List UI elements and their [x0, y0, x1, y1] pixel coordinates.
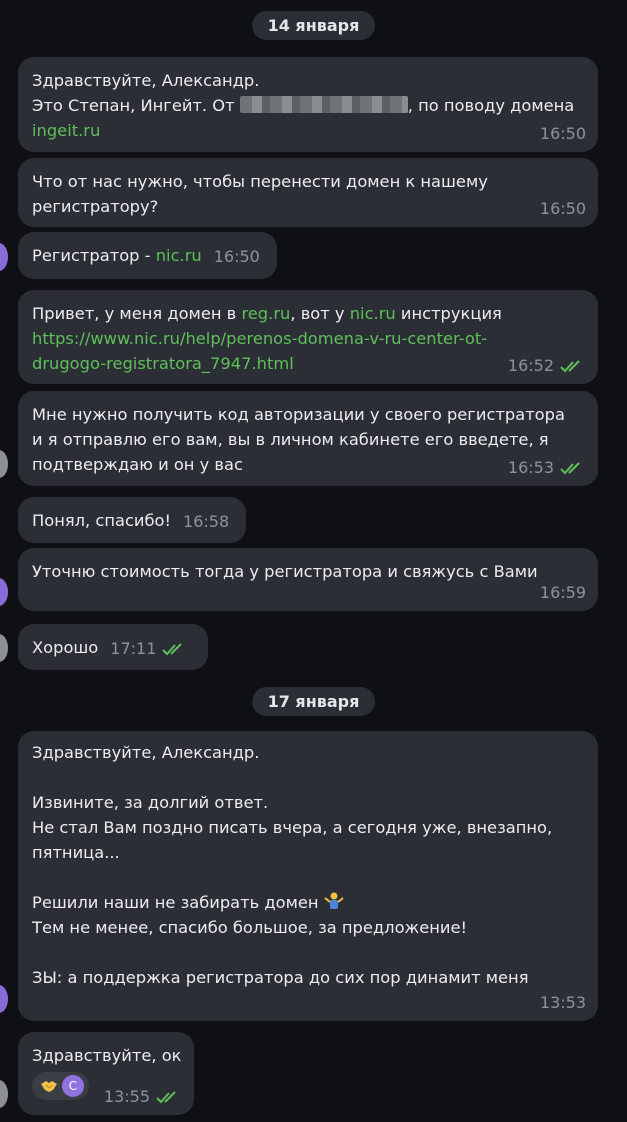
message-text: Решили наши не забирать домен — [32, 893, 319, 912]
message-bubble[interactable]: Мне нужно получить код авторизации у сво… — [18, 391, 598, 486]
message-text: подтверждаю и он у вас — [32, 455, 243, 474]
message-text: , по поводу домена — [407, 96, 575, 115]
domain-link[interactable]: ingeit.ru — [32, 121, 100, 140]
date-separator: 14 января — [251, 11, 376, 40]
reaction-pill[interactable]: С — [32, 1072, 89, 1100]
message-bubble[interactable]: Понял, спасибо! 16:58 — [18, 497, 246, 543]
url-link[interactable]: drugogo-registratora_7947.html — [32, 351, 584, 376]
message-time: 16:58 — [183, 512, 230, 531]
message-text: пятница... — [32, 843, 120, 862]
url-link[interactable]: https://www.nic.ru/help/perenos-domena-v… — [32, 326, 584, 351]
message-text: Что от нас нужно, чтобы перенести домен … — [32, 172, 488, 191]
shrug-emoji-icon — [324, 892, 344, 909]
read-check-icon — [162, 642, 183, 655]
message-text: Мне нужно получить код авторизации у сво… — [32, 405, 565, 424]
message-text: Регистратор - — [32, 246, 156, 265]
message-text: инструкция — [395, 304, 502, 323]
message-text: регистратору? — [32, 197, 159, 216]
message-bubble[interactable]: Здравствуйте, ок С 13:55 — [18, 1032, 194, 1115]
message-bubble[interactable]: Здравствуйте, Александр. Это Степан, Инг… — [18, 57, 598, 152]
message-time: 16:52 — [507, 356, 554, 375]
read-check-icon — [156, 1090, 176, 1103]
message-time: 17:11 — [110, 639, 157, 658]
own-avatar[interactable] — [0, 450, 8, 478]
message-text: Понял, спасибо! — [32, 511, 172, 530]
handshake-emoji-icon — [41, 1081, 57, 1092]
message-text: Здравствуйте, Александр. — [32, 743, 260, 762]
message-time: 16:50 — [539, 199, 586, 218]
reaction-user-avatar: С — [62, 1075, 84, 1097]
domain-link[interactable]: reg.ru — [241, 304, 290, 323]
message-text: Уточню стоимость тогда у регистратора и … — [32, 562, 538, 581]
domain-link[interactable]: nic.ru — [350, 304, 396, 323]
message-bubble[interactable]: Привет, у меня домен в reg.ru, вот у nic… — [18, 290, 598, 384]
message-bubble[interactable]: Что от нас нужно, чтобы перенести домен … — [18, 158, 598, 227]
message-text: Хорошо — [32, 638, 99, 657]
own-avatar[interactable] — [0, 634, 8, 662]
message-text: Тем не менее, спасибо большое, за предло… — [32, 918, 467, 937]
sender-avatar[interactable] — [0, 578, 8, 606]
own-avatar[interactable] — [0, 1080, 8, 1108]
sender-avatar[interactable] — [0, 243, 8, 271]
message-text: ЗЫ: а поддержка регистратора до сих пор … — [32, 968, 529, 987]
message-text: Привет, у меня домен в — [32, 304, 242, 323]
read-check-icon — [560, 359, 580, 372]
message-text: Не стал Вам поздно писать вчера, а сегод… — [32, 818, 553, 837]
message-text: Здравствуйте, ок — [32, 1046, 182, 1065]
message-text: Здравствуйте, Александр. — [32, 71, 260, 90]
sender-avatar[interactable] — [0, 985, 8, 1013]
message-time: 13:55 — [103, 1087, 150, 1106]
read-check-icon — [560, 461, 580, 474]
message-text: и я отправлю его вам, вы в личном кабине… — [32, 430, 549, 449]
message-time: 13:53 — [539, 993, 586, 1012]
message-bubble[interactable]: Регистратор - nic.ru 16:50 — [18, 232, 277, 279]
message-time: 16:59 — [539, 583, 586, 602]
message-text: Извините, за долгий ответ. — [32, 793, 269, 812]
domain-link[interactable]: nic.ru — [156, 246, 202, 265]
message-bubble[interactable]: Уточню стоимость тогда у регистратора и … — [18, 548, 598, 611]
message-bubble[interactable]: Здравствуйте, Александр. Извините, за до… — [18, 731, 598, 1021]
redacted-blur — [239, 96, 408, 113]
message-text: Это Степан, Ингейт. От — [32, 96, 235, 115]
message-time: 16:50 — [213, 247, 260, 266]
message-bubble[interactable]: Хорошо 17:11 — [18, 624, 208, 670]
message-time: 16:53 — [507, 458, 554, 477]
date-separator: 17 января — [251, 687, 376, 716]
message-time: 16:50 — [539, 124, 586, 143]
message-text: , вот у — [290, 304, 350, 323]
